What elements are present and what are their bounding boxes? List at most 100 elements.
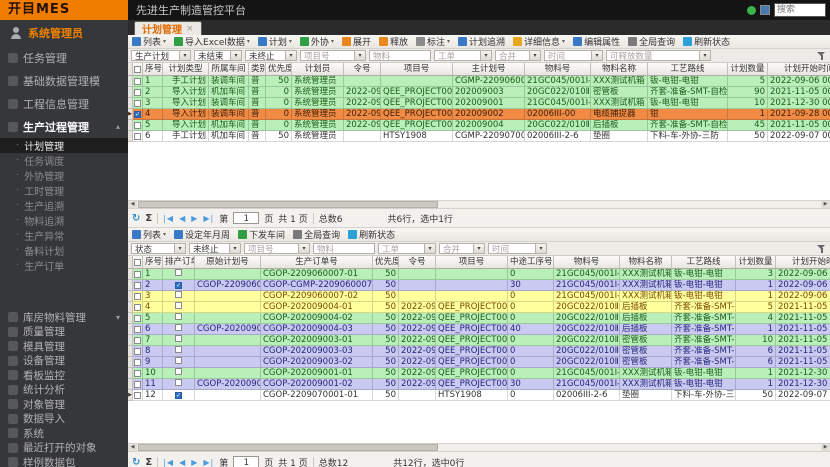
column-header[interactable]: 物料号	[525, 63, 591, 76]
next-page-icon[interactable]: ▶	[191, 458, 198, 467]
row-select-checkbox[interactable]	[133, 346, 143, 357]
table-row[interactable]: 11CGOP-202009001-01CGOP-202009001-025020…	[128, 379, 830, 390]
table-row[interactable]: 6CGOP-202009004-02CGOP-202009004-0350202…	[128, 324, 830, 335]
row-select-checkbox[interactable]: ✓	[133, 109, 143, 120]
table-row[interactable]: 10CGOP-202009001-01502022-09QEE_PROJECT0…	[128, 368, 830, 379]
row-select-checkbox[interactable]	[133, 269, 143, 280]
refresh-icon[interactable]: ↻	[132, 457, 140, 467]
column-header[interactable]: 项目号	[381, 63, 453, 76]
filter-combo[interactable]: 项目号▾	[300, 50, 366, 61]
checkbox-icon[interactable]	[175, 324, 182, 331]
toolbar-button[interactable]: 刷新状态	[348, 228, 395, 241]
chevron-down-icon[interactable]: ▾	[529, 51, 540, 60]
table-row[interactable]: ▶12✓CGOP-2209070001-0150HTSY1908002006II…	[128, 390, 830, 401]
chevron-down-icon[interactable]: ▾	[699, 51, 710, 60]
checkbox-icon[interactable]: ✓	[175, 392, 182, 399]
global-search-input[interactable]	[774, 3, 826, 17]
sidebar-item[interactable]: 库房物料管理▾	[0, 310, 128, 325]
filter-combo[interactable]: 生产计划▾	[131, 50, 191, 61]
column-header[interactable]: 主计划号	[453, 63, 525, 76]
column-header[interactable]: 项目号	[436, 256, 508, 269]
filter-combo[interactable]: 时间▾	[544, 50, 603, 61]
summary-icon[interactable]: Σ	[145, 213, 152, 224]
tab-close-icon[interactable]: ×	[186, 24, 194, 34]
sidebar-item[interactable]: ·计划管理	[0, 138, 128, 153]
chevron-down-icon[interactable]: ▾	[331, 38, 334, 45]
sidebar-item[interactable]: ·物料追溯	[0, 213, 128, 228]
row-select-checkbox[interactable]	[133, 357, 143, 368]
toolbar-button[interactable]: 外协▾	[300, 35, 334, 48]
filter-combo[interactable]: 合并▾	[439, 243, 485, 254]
filter-combo[interactable]: 物料	[313, 243, 375, 254]
sidebar-item[interactable]: ·任务调度	[0, 153, 128, 168]
toolbar-button[interactable]: 刷新状态	[683, 35, 730, 48]
column-header[interactable]: 类别	[249, 63, 266, 76]
chevron-down-icon[interactable]: ▾	[354, 51, 365, 60]
first-page-icon[interactable]: |◀	[163, 214, 174, 223]
filter-combo[interactable]: 未结束▾	[194, 50, 242, 61]
sidebar-item[interactable]: 设备管理	[0, 354, 128, 369]
chevron-down-icon[interactable]: ▾	[562, 38, 565, 45]
chevron-down-icon[interactable]: ▾	[535, 244, 546, 253]
row-select-checkbox[interactable]	[133, 76, 143, 87]
summary-icon[interactable]: Σ	[145, 457, 152, 467]
select-all-checkbox[interactable]	[133, 256, 143, 269]
chevron-down-icon[interactable]: ▾	[285, 51, 296, 60]
checkbox-icon[interactable]	[175, 313, 182, 320]
filter-combo[interactable]: 工单▾	[434, 50, 492, 61]
first-page-icon[interactable]: |◀	[163, 458, 174, 467]
scroll-left-icon[interactable]: ◀	[128, 201, 137, 208]
column-header[interactable]: 计划开始时间	[768, 63, 830, 76]
chevron-down-icon[interactable]: ▾	[480, 51, 491, 60]
filter-combo[interactable]: 工单▾	[378, 243, 436, 254]
column-header[interactable]: 优先度	[266, 63, 292, 76]
toolbar-button[interactable]: 释放	[379, 35, 408, 48]
toolbar-button[interactable]: 列表▾	[132, 228, 166, 241]
sidebar-item[interactable]: 任务管理	[0, 46, 128, 69]
column-header[interactable]: 物料名称	[591, 63, 648, 76]
last-page-icon[interactable]: ▶|	[203, 214, 214, 223]
table-row[interactable]: 5导入计划机加车间普0系统管理员2022-09QEE_PROJECT001202…	[128, 120, 830, 131]
chevron-down-icon[interactable]: ▾	[247, 38, 250, 45]
column-header[interactable]: 计划数量	[728, 63, 768, 76]
checkbox-icon[interactable]	[175, 302, 182, 309]
checkbox-icon[interactable]	[175, 379, 182, 386]
column-header[interactable]: 中途工序号	[508, 256, 554, 269]
scroll-right-icon[interactable]: ▶	[821, 201, 830, 208]
column-header[interactable]: 计划员	[292, 63, 344, 76]
toolbar-button[interactable]: 导入Excel数据▾	[174, 35, 250, 48]
checkbox-icon[interactable]	[175, 269, 182, 276]
row-select-checkbox[interactable]	[133, 302, 143, 313]
window-icon[interactable]	[760, 5, 770, 15]
toolbar-button[interactable]: 列表▾	[132, 35, 166, 48]
checkbox-icon[interactable]	[175, 368, 182, 375]
chevron-down-icon[interactable]: ▾	[174, 244, 185, 253]
refresh-icon[interactable]: ↻	[132, 213, 140, 224]
sidebar-item[interactable]: ·备料计划	[0, 243, 128, 258]
row-select-checkbox[interactable]	[133, 291, 143, 302]
toolbar-button[interactable]: 详细信息▾	[513, 35, 565, 48]
toolbar-button[interactable]: 全局查询	[628, 35, 675, 48]
sidebar-item[interactable]: 质量管理	[0, 325, 128, 340]
chevron-down-icon[interactable]: ▾	[163, 231, 166, 238]
sidebar-item[interactable]: 看板监控	[0, 368, 128, 383]
scroll-right-icon[interactable]: ▶	[821, 444, 830, 451]
filter-combo[interactable]: 物料	[369, 50, 431, 61]
table-row[interactable]: 3CGOP-2209060007-0250021GC045/001I-00XXX…	[128, 291, 830, 302]
row-select-checkbox[interactable]	[133, 280, 143, 291]
sidebar-item[interactable]: 模具管理	[0, 339, 128, 354]
table-row[interactable]: 6手工计划机加车间普50系统管理员HTSY1908CGMP-2209070001…	[128, 131, 830, 142]
filter-combo[interactable]: 合并▾	[495, 50, 541, 61]
filter-combo[interactable]: 状态▾	[131, 243, 186, 254]
next-page-icon[interactable]: ▶	[191, 214, 198, 223]
column-header[interactable]: 物料名称	[620, 256, 672, 269]
row-select-checkbox[interactable]	[133, 120, 143, 131]
sidebar-item[interactable]: ·工时管理	[0, 183, 128, 198]
row-select-checkbox[interactable]	[133, 131, 143, 142]
prev-page-icon[interactable]: ◀	[179, 458, 186, 467]
toolbar-button[interactable]: 编辑属性	[573, 35, 620, 48]
row-select-checkbox[interactable]	[133, 313, 143, 324]
sidebar-item[interactable]: 数据导入	[0, 412, 128, 427]
sidebar-item[interactable]: ·生产订单	[0, 258, 128, 273]
filter-combo[interactable]: 可释放数量▾	[606, 50, 711, 61]
